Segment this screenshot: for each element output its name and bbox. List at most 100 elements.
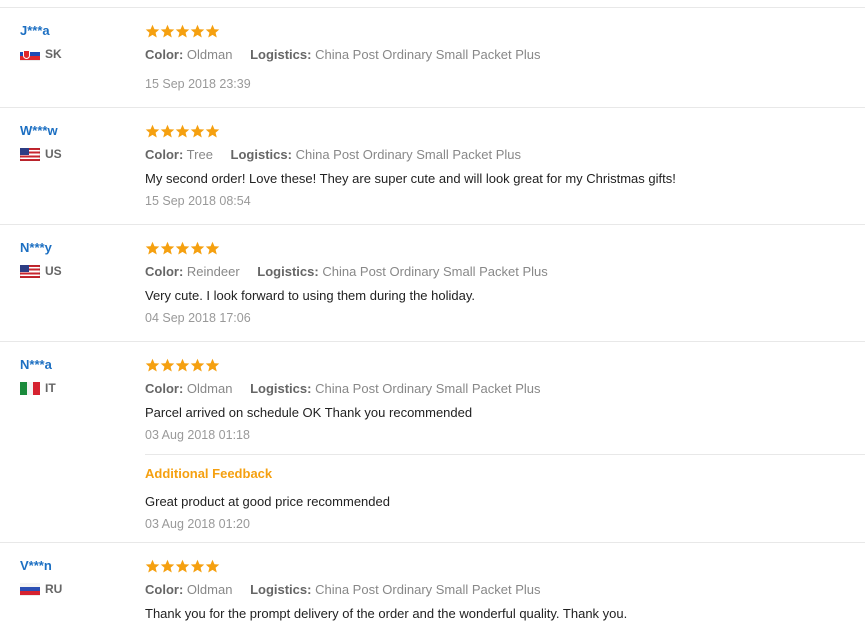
star-rating <box>145 24 865 40</box>
star-icon <box>145 124 160 139</box>
review-item: W***w US Color: Tree Logistics: China Po… <box>0 107 865 225</box>
logistics-label: Logistics: <box>250 47 312 62</box>
logistics-label: Logistics: <box>257 264 319 279</box>
star-rating <box>145 241 865 257</box>
review-date: 15 Sep 2018 08:54 <box>145 194 251 208</box>
star-icon <box>175 241 190 256</box>
reviewer-name: V***n <box>20 558 52 573</box>
color-value: Oldman <box>186 381 233 396</box>
review-item: V***n RU Color: Oldman Logistics: China … <box>0 542 865 634</box>
reviewer-country: US <box>20 147 130 161</box>
review-text: Thank you for the prompt delivery of the… <box>145 606 628 621</box>
logistics-value: China Post Ordinary Small Packet Plus <box>322 264 548 279</box>
star-icon <box>205 241 220 256</box>
review-content: Color: Tree Logistics: China Post Ordina… <box>145 124 865 210</box>
reviewer-country: US <box>20 264 130 278</box>
reviewer-info: V***n RU <box>20 557 130 596</box>
order-attributes: Color: Oldman Logistics: China Post Ordi… <box>145 581 865 599</box>
review-item: N***y US Color: Reindeer Logistics: Chin… <box>0 224 865 342</box>
flag-it-icon <box>20 381 40 395</box>
reviewer-country: IT <box>20 381 130 395</box>
review-content: Color: Reindeer Logistics: China Post Or… <box>145 241 865 327</box>
reviewer-info: N***a IT <box>20 356 130 395</box>
country-code: US <box>45 264 62 278</box>
reviewer-name: J***a <box>20 23 50 38</box>
star-icon <box>160 124 175 139</box>
reviewer-country: SK <box>20 47 130 61</box>
reviewer-info: W***w US <box>20 122 130 161</box>
star-icon <box>190 358 205 373</box>
additional-feedback-text: Great product at good price recommended <box>145 494 390 509</box>
color-value: Oldman <box>186 582 233 597</box>
order-attributes: Color: Tree Logistics: China Post Ordina… <box>145 146 865 164</box>
review-content: Color: Oldman Logistics: China Post Ordi… <box>145 358 865 444</box>
review-date: 15 Sep 2018 23:39 <box>145 77 251 91</box>
star-icon <box>205 358 220 373</box>
star-icon <box>175 124 190 139</box>
review-date: 04 Sep 2018 17:06 <box>145 311 251 325</box>
country-code: RU <box>45 582 63 596</box>
flag-us-icon <box>20 264 40 278</box>
country-code: IT <box>45 381 56 395</box>
star-icon <box>205 559 220 574</box>
order-attributes: Color: Reindeer Logistics: China Post Or… <box>145 263 865 281</box>
logistics-label: Logistics: <box>250 582 312 597</box>
logistics-label: Logistics: <box>250 381 312 396</box>
color-value: Tree <box>186 147 213 162</box>
star-icon <box>205 124 220 139</box>
color-label: Color: <box>145 264 184 279</box>
star-rating <box>145 358 865 374</box>
color-label: Color: <box>145 147 184 162</box>
logistics-value: China Post Ordinary Small Packet Plus <box>315 47 541 62</box>
star-icon <box>175 559 190 574</box>
color-label: Color: <box>145 582 184 597</box>
order-attributes: Color: Oldman Logistics: China Post Ordi… <box>145 46 865 64</box>
reviewer-info: N***y US <box>20 239 130 278</box>
additional-feedback: Additional Feedback Great product at goo… <box>145 454 865 533</box>
flag-ru-icon <box>20 582 40 596</box>
review-text: Very cute. I look forward to using them … <box>145 288 475 303</box>
review-item: J***a SK Color: Oldman Logistics: China … <box>0 7 865 108</box>
reviewer-name: N***a <box>20 357 52 372</box>
star-icon <box>205 24 220 39</box>
star-icon <box>160 24 175 39</box>
star-icon <box>145 241 160 256</box>
logistics-label: Logistics: <box>230 147 292 162</box>
review-item: N***a IT Color: Oldman Logistics: China … <box>0 341 865 543</box>
country-code: US <box>45 147 62 161</box>
order-attributes: Color: Oldman Logistics: China Post Ordi… <box>145 380 865 398</box>
star-rating <box>145 559 865 575</box>
flag-sk-icon <box>20 47 40 61</box>
review-date: 03 Aug 2018 01:18 <box>145 428 250 442</box>
color-label: Color: <box>145 47 184 62</box>
review-content: Color: Oldman Logistics: China Post Ordi… <box>145 559 865 623</box>
star-icon <box>190 24 205 39</box>
flag-us-icon <box>20 147 40 161</box>
reviewer-name: W***w <box>20 123 58 138</box>
star-rating <box>145 124 865 140</box>
star-icon <box>190 241 205 256</box>
star-icon <box>190 124 205 139</box>
star-icon <box>190 559 205 574</box>
reviewer-info: J***a SK <box>20 22 130 61</box>
country-code: SK <box>45 47 62 61</box>
additional-feedback-date: 03 Aug 2018 01:20 <box>145 517 250 531</box>
logistics-value: China Post Ordinary Small Packet Plus <box>295 147 522 162</box>
reviewer-name: N***y <box>20 240 52 255</box>
logistics-value: China Post Ordinary Small Packet Plus <box>315 381 541 396</box>
review-content: Color: Oldman Logistics: China Post Ordi… <box>145 24 865 93</box>
review-text: My second order! Love these! They are su… <box>145 171 676 186</box>
color-value: Reindeer <box>186 264 240 279</box>
star-icon <box>145 559 160 574</box>
reviewer-country: RU <box>20 582 130 596</box>
star-icon <box>160 358 175 373</box>
star-icon <box>160 559 175 574</box>
star-icon <box>160 241 175 256</box>
star-icon <box>175 24 190 39</box>
logistics-value: China Post Ordinary Small Packet Plus <box>315 582 541 597</box>
star-icon <box>145 24 160 39</box>
star-icon <box>145 358 160 373</box>
review-text: Parcel arrived on schedule OK Thank you … <box>145 405 473 420</box>
additional-feedback-title: Additional Feedback <box>145 466 273 481</box>
star-icon <box>175 358 190 373</box>
